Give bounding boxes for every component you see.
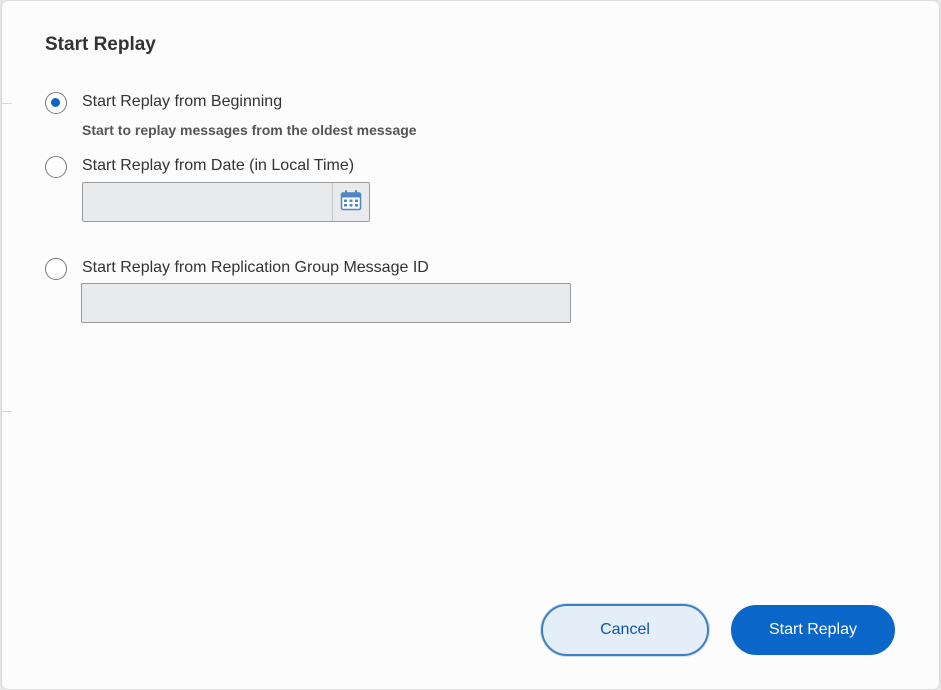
divider bbox=[2, 103, 12, 104]
option-label-from-beginning[interactable]: Start Replay from Beginning bbox=[82, 93, 282, 111]
cancel-button[interactable]: Cancel bbox=[541, 604, 709, 656]
radio-from-beginning[interactable] bbox=[45, 92, 67, 114]
radio-from-date[interactable] bbox=[45, 156, 67, 178]
calendar-icon bbox=[340, 189, 362, 216]
dialog-title: Start Replay bbox=[45, 34, 156, 55]
option-label-from-date[interactable]: Start Replay from Date (in Local Time) bbox=[82, 157, 354, 175]
option-label-from-message-id[interactable]: Start Replay from Replication Group Mess… bbox=[82, 259, 429, 277]
option-description-from-beginning: Start to replay messages from the oldest… bbox=[82, 122, 417, 138]
divider bbox=[2, 411, 12, 412]
radio-from-message-id[interactable] bbox=[45, 258, 67, 280]
start-replay-dialog: Start Replay Start Replay from Beginning… bbox=[2, 1, 939, 689]
start-replay-button[interactable]: Start Replay bbox=[731, 605, 895, 655]
calendar-button[interactable] bbox=[332, 183, 369, 221]
date-picker-field bbox=[82, 182, 370, 222]
message-id-field bbox=[81, 283, 571, 323]
message-id-input[interactable] bbox=[82, 284, 570, 322]
date-input[interactable] bbox=[83, 183, 333, 221]
